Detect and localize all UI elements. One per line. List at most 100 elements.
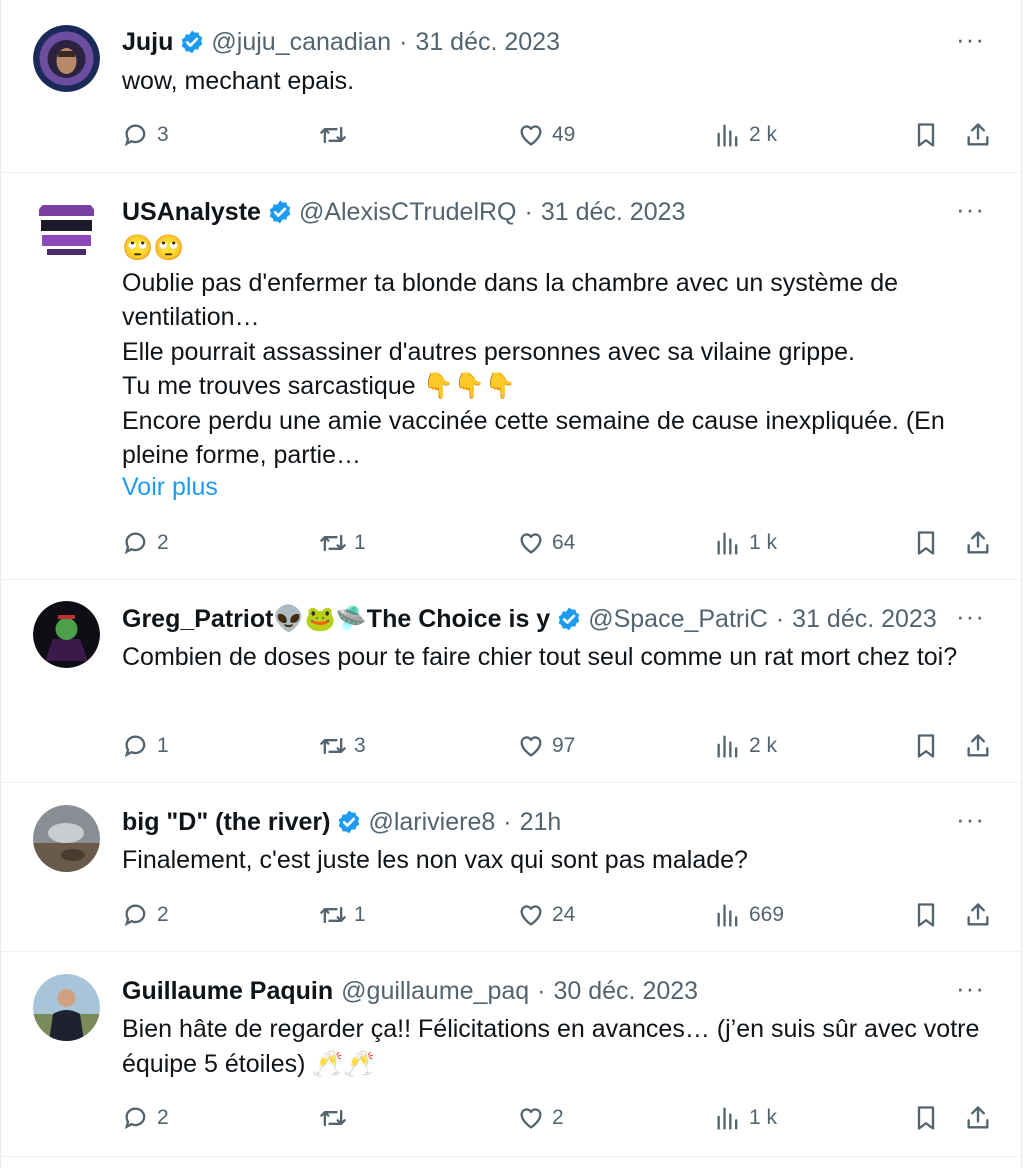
like-button[interactable]: 49 (517, 117, 575, 153)
reply-button[interactable]: 1 (122, 728, 169, 764)
reply-button[interactable]: 2 (122, 1100, 169, 1136)
retweet-button[interactable]: 3 (319, 728, 366, 764)
like-button[interactable]: 2 (517, 1100, 564, 1136)
more-dots-icon[interactable]: ··· (945, 806, 985, 838)
retweet-button[interactable]: 1 (319, 897, 366, 933)
bookmark-icon (917, 531, 935, 555)
speech-bubble-icon (124, 1107, 146, 1130)
bookmark-button[interactable] (912, 897, 947, 933)
views-count: 2 k (749, 123, 778, 146)
more-dots-icon[interactable]: ··· (945, 603, 985, 635)
share-upload-icon (967, 734, 989, 757)
show-more-link[interactable]: Voir plus (122, 473, 218, 502)
display-name[interactable]: Guillaume Paquin (122, 977, 333, 1006)
retweet-icon (320, 534, 346, 552)
more-dots-icon[interactable]: ··· (945, 975, 985, 1007)
share-button[interactable] (964, 525, 999, 561)
reply-button[interactable]: 2 (122, 897, 169, 933)
like-count: 49 (552, 123, 576, 146)
handle[interactable]: @Space_PatriC (588, 605, 768, 634)
tweet-5[interactable]: Guillaume Paquin @guillaume_paq · 30 déc… (1, 952, 1021, 1157)
retweet-count: 3 (354, 734, 366, 757)
bookmark-button[interactable] (912, 525, 947, 561)
bookmark-icon (917, 1106, 935, 1130)
reply-button[interactable]: 3 (122, 117, 169, 153)
bookmark-button[interactable] (912, 117, 947, 153)
timestamp[interactable]: 31 déc. 2023 (541, 198, 686, 227)
like-button[interactable]: 64 (517, 525, 575, 561)
reply-button[interactable]: 2 (122, 525, 169, 561)
heart-icon (520, 905, 542, 926)
tweet-1[interactable]: Juju @juju_canadian · 31 déc. 2023 ··· w… (1, 0, 1021, 173)
bar-chart-icon (717, 904, 738, 927)
timestamp[interactable]: 21h (520, 808, 562, 837)
avatar[interactable] (33, 974, 100, 1041)
share-button[interactable] (964, 117, 999, 153)
more-dots-icon[interactable]: ··· (945, 26, 985, 58)
separator: · (503, 807, 512, 836)
tweet-actions: 2 2 1 k (122, 1100, 993, 1136)
tweet-3[interactable]: Greg_Patriot👽🐸🛸The Choice is y @Space_Pa… (1, 580, 1021, 783)
tweet-actions: 2 1 64 1 k (122, 525, 993, 561)
views-button[interactable]: 2 k (714, 728, 777, 764)
tweet-4[interactable]: big "D" (the river) @lariviere8 · 21h ··… (1, 783, 1021, 952)
retweet-icon (320, 1109, 346, 1127)
views-button[interactable]: 1 k (714, 525, 777, 561)
like-button[interactable]: 24 (517, 897, 575, 933)
avatar[interactable] (33, 195, 100, 262)
handle[interactable]: @guillaume_paq (341, 977, 529, 1006)
retweet-button[interactable]: 1 (319, 525, 366, 561)
retweet-icon (320, 126, 346, 144)
share-button[interactable] (964, 897, 999, 933)
display-name[interactable]: USAnalyste (122, 198, 261, 227)
reply-count: 2 (157, 531, 169, 554)
display-name[interactable]: Greg_Patriot👽🐸🛸The Choice is y (122, 605, 550, 634)
views-count: 1 k (749, 531, 778, 554)
handle[interactable]: @lariviere8 (368, 808, 495, 837)
bar-chart-icon (717, 124, 738, 147)
verified-badge-icon (558, 607, 580, 631)
retweet-button[interactable] (319, 1100, 354, 1136)
bookmark-button[interactable] (912, 1100, 947, 1136)
tweet-header: Juju @juju_canadian · 31 déc. 2023 ··· (122, 26, 985, 58)
avatar[interactable] (33, 805, 100, 872)
heart-icon (520, 736, 542, 757)
views-button[interactable]: 669 (714, 897, 784, 933)
share-button[interactable] (964, 728, 999, 764)
bookmark-button[interactable] (912, 728, 947, 764)
tweet-2[interactable]: USAnalyste @AlexisCTrudelRQ · 31 déc. 20… (1, 173, 1021, 580)
handle[interactable]: @juju_canadian (211, 28, 391, 57)
display-name[interactable]: big "D" (the river) (122, 808, 330, 837)
reply-count: 2 (157, 1106, 169, 1129)
share-button[interactable] (964, 1100, 999, 1136)
reply-feed: Juju @juju_canadian · 31 déc. 2023 ··· w… (0, 0, 1022, 1168)
share-upload-icon (967, 531, 989, 554)
bookmark-icon (917, 734, 935, 758)
verified-badge-icon (339, 810, 360, 834)
retweet-button[interactable] (319, 117, 354, 153)
speech-bubble-icon (124, 904, 146, 927)
reply-count: 1 (157, 734, 169, 757)
heart-icon (520, 1108, 542, 1129)
retweet-count: 1 (354, 903, 366, 926)
views-button[interactable]: 1 k (714, 1100, 777, 1136)
like-button[interactable]: 97 (517, 728, 575, 764)
bar-chart-icon (717, 735, 738, 758)
tweet-text: Bien hâte de regarder ça!! Félicitations… (122, 1015, 987, 1078)
retweet-icon (320, 906, 346, 924)
speech-bubble-icon (124, 735, 146, 758)
timestamp[interactable]: 31 déc. 2023 (792, 605, 937, 634)
views-count: 669 (749, 903, 785, 926)
timestamp[interactable]: 31 déc. 2023 (415, 28, 560, 57)
retweet-count: 1 (354, 531, 366, 554)
views-button[interactable]: 2 k (714, 117, 777, 153)
more-dots-icon[interactable]: ··· (945, 196, 985, 228)
timestamp[interactable]: 30 déc. 2023 (554, 977, 699, 1006)
handle[interactable]: @AlexisCTrudelRQ (299, 198, 517, 227)
tweet-text: 🙄🙄 Oublie pas d'enfermer ta blonde dans … (122, 234, 945, 469)
share-upload-icon (967, 1106, 989, 1129)
display-name[interactable]: Juju (122, 28, 173, 57)
like-count: 2 (552, 1106, 564, 1129)
avatar[interactable] (33, 601, 100, 668)
avatar[interactable] (33, 25, 100, 92)
